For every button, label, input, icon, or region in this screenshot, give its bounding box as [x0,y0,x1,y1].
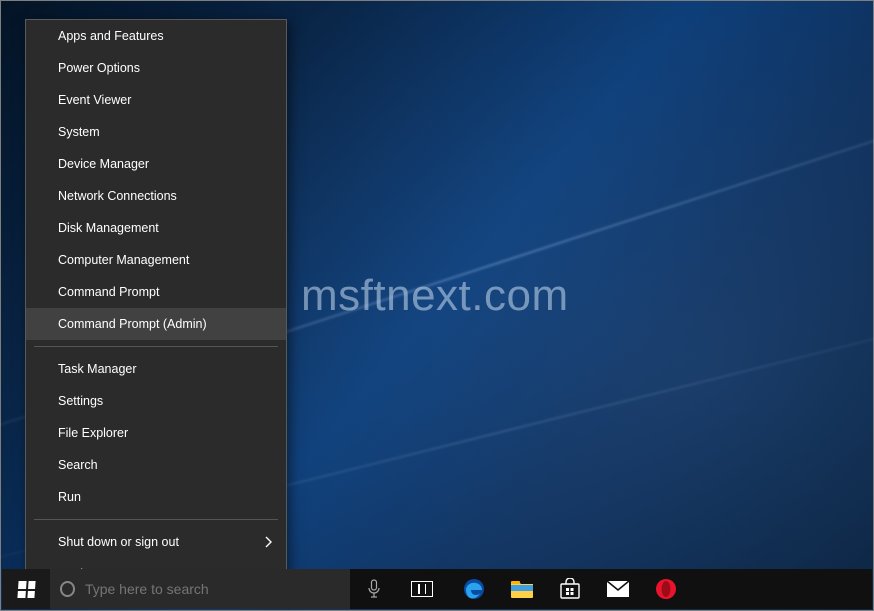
menu-item[interactable]: Search [26,449,286,481]
menu-item[interactable]: Disk Management [26,212,286,244]
menu-item[interactable]: Command Prompt [26,276,286,308]
taskbar-app-edge[interactable] [450,569,498,609]
microphone-icon [367,579,381,599]
menu-item[interactable]: Event Viewer [26,84,286,116]
task-view-icon [411,581,433,597]
menu-item[interactable]: Computer Management [26,244,286,276]
menu-item[interactable]: Task Manager [26,353,286,385]
menu-item-label: Computer Management [58,253,189,267]
menu-item-label: Settings [58,394,103,408]
menu-item[interactable]: System [26,116,286,148]
windows-logo-icon [17,581,35,598]
chevron-right-icon [264,536,272,548]
winx-context-menu[interactable]: Apps and Features Power Options Event View… [25,19,287,591]
taskbar [2,569,872,609]
start-button[interactable] [2,569,50,609]
desktop: msftnext.com Apps and Features Power Opti… [0,0,874,611]
menu-separator [34,519,278,520]
microphone-button[interactable] [350,569,398,609]
watermark-text: msftnext.com [301,271,569,321]
taskbar-app-opera[interactable] [642,569,690,609]
menu-item-label: Event Viewer [58,93,131,107]
menu-item-label: File Explorer [58,426,128,440]
menu-separator [34,346,278,347]
menu-item-label: System [58,125,100,139]
menu-item[interactable]: Settings [26,385,286,417]
menu-item-label: Disk Management [58,221,159,235]
menu-item[interactable]: Power Options [26,52,286,84]
menu-item-label: Shut down or sign out [58,535,179,549]
edge-icon [462,577,486,601]
taskbar-app-mail[interactable] [594,569,642,609]
menu-item[interactable]: Device Manager [26,148,286,180]
menu-item[interactable]: Command Prompt (Admin) [26,308,286,340]
menu-item[interactable]: Shut down or sign out [26,526,286,558]
menu-item-label: Task Manager [58,362,137,376]
taskbar-app-file-explorer[interactable] [498,569,546,609]
menu-item-label: Command Prompt [58,285,159,299]
menu-item-label: Search [58,458,98,472]
submenu-indicator [264,536,272,548]
menu-item-label: Power Options [58,61,140,75]
menu-item-label: Command Prompt (Admin) [58,317,207,331]
taskbar-app-store[interactable] [546,569,594,609]
menu-item[interactable]: Run [26,481,286,513]
search-input[interactable] [85,581,340,597]
taskbar-search[interactable] [50,569,350,609]
opera-icon [655,578,677,600]
file-explorer-icon [510,578,534,600]
taskbar-pinned-apps [450,569,690,609]
menu-item-label: Apps and Features [58,29,164,43]
menu-item-label: Network Connections [58,189,177,203]
menu-item[interactable]: Network Connections [26,180,286,212]
menu-item[interactable]: Apps and Features [26,20,286,52]
menu-item[interactable]: File Explorer [26,417,286,449]
menu-item-label: Device Manager [58,157,149,171]
cortana-icon [60,581,75,597]
menu-item-label: Run [58,490,81,504]
store-icon [559,578,581,600]
mail-icon [606,580,630,598]
task-view-button[interactable] [398,569,446,609]
